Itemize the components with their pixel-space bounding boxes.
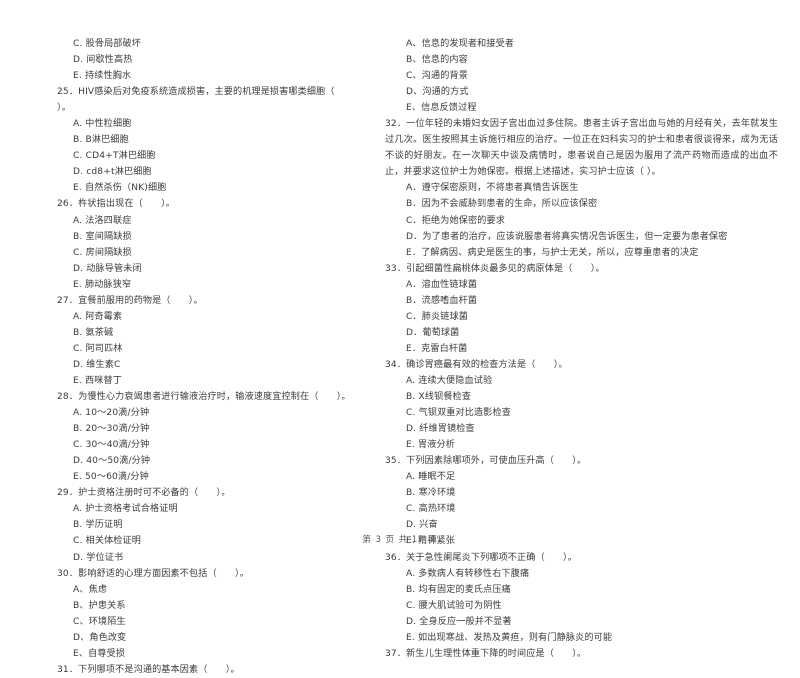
option-line: C. 高热环境 xyxy=(406,504,456,515)
question-stem: 35．下列因素除哪项外，可使血压升高（ ）。 xyxy=(385,456,587,467)
question-stem: 37．新生儿生理性体重下降的时间应是（ ）。 xyxy=(385,648,587,659)
question-stem: 34．确诊胃癌最有效的检查方法是（ ）。 xyxy=(385,359,568,370)
option-line: B、信息的内容 xyxy=(406,55,468,66)
question-31: 31．下列哪项不是沟通的基本因素（ ）。 xyxy=(57,662,359,678)
option-line: D．葡萄球菌 xyxy=(406,327,460,338)
question-33: 33．引起细菌性扁桃体炎最多见的病原体是（ ）。 A．溶血性链球菌 B．流感嗜血… xyxy=(385,261,778,357)
question-stem: 29．护士资格注册时可不必备的（ ）。 xyxy=(57,488,231,499)
option-line: B. 20～30滴/分钟 xyxy=(73,424,150,435)
option-line: B. X线钡餐检查 xyxy=(406,392,472,403)
question-30: 30．影响舒适的心理方面因素不包括（ ）。 A、焦虑 B、护患关系 C、环境陌生… xyxy=(57,566,359,662)
option-line: C. 腰大肌试验可为阴性 xyxy=(406,600,502,611)
option-line: B、护患关系 xyxy=(73,600,126,611)
option-line: E. 西咪替丁 xyxy=(73,375,122,386)
option-line: D. 学位证书 xyxy=(73,552,124,563)
option-line: D．为了患者的治疗，应该说服患者将真实情况告诉医生，但一定要为患者保密 xyxy=(406,231,728,242)
option-line: D. 兴奋 xyxy=(406,520,438,531)
option-line: E．克雷白杆菌 xyxy=(406,343,468,354)
option-line: C．肺炎链球菌 xyxy=(406,311,468,322)
question-36: 36．关于急性阑尾炎下列哪项不正确（ ）。 A. 多数病人有转移性右下腹痛 B.… xyxy=(385,550,778,646)
question-stem: 30．影响舒适的心理方面因素不包括（ ）。 xyxy=(57,568,249,579)
question-34: 34．确诊胃癌最有效的检查方法是（ ）。 A. 连续大便隐血试验 B. X线钡餐… xyxy=(385,357,778,453)
option-line: C. CD4+T淋巴细胞 xyxy=(73,151,156,162)
option-line: C. 股骨局部破坏 xyxy=(73,39,142,49)
option-line: D. 动脉导管未闭 xyxy=(73,263,142,274)
option-line: E. 50～60滴/分钟 xyxy=(73,472,149,483)
option-line: A. 睡眠不足 xyxy=(406,472,456,483)
question-32: 32．一位年轻的未婚妇女因子宫出血过多住院。患者主诉子宫出血与她的月经有关，去年… xyxy=(385,116,778,260)
option-line: D. 全身反应一般并不显著 xyxy=(406,616,512,627)
option-line: A. 连续大便隐血试验 xyxy=(406,375,493,386)
right-column: A、信息的发现者和接受者 B、信息的内容 C、沟通的背景 D、沟通的方式 E、信… xyxy=(365,36,800,662)
question-stem: 31．下列哪项不是沟通的基本因素（ ）。 xyxy=(57,664,240,675)
option-line: A．遵守保密原则，不将患者真情告诉医生 xyxy=(406,183,579,194)
option-line: A. 法洛四联症 xyxy=(73,215,132,226)
option-line: E．了解病因、病史是医生的事，与护士无关，所以，应尊重患者的决定 xyxy=(406,247,699,258)
option-line: C. 气钡双重对比造影检查 xyxy=(406,408,512,419)
option-line: D. 40～50滴/分钟 xyxy=(73,456,151,467)
option-line: C．拒绝为她保密的要求 xyxy=(406,215,505,226)
option-line: D. 维生素C xyxy=(73,359,121,370)
question-stem: 28．为慢性心力衰竭患者进行输液治疗时，输液速度宜控制在（ ）。 xyxy=(57,392,351,403)
option-line: C. 30～40滴/分钟 xyxy=(73,440,150,451)
question-25: 25．HIV感染后对免疫系统造成损害，主要的机理是损害哪类细胞（ ）。 A. 中… xyxy=(57,84,359,196)
option-line: E、自尊受损 xyxy=(73,648,126,659)
option-line: D. cd8+t淋巴细胞 xyxy=(73,167,152,178)
option-line: B. 室间隔缺损 xyxy=(73,231,132,242)
option-line: E. 自然杀伤（NK)细胞 xyxy=(73,183,167,194)
option-line: D. 间歇性高热 xyxy=(73,55,133,66)
option-line: E、信息反馈过程 xyxy=(406,103,477,114)
option-line: C. 房间隔缺损 xyxy=(73,247,132,258)
option-line: E. 胃液分析 xyxy=(406,440,455,451)
option-line: B. 寒冷环境 xyxy=(406,488,456,499)
option-line: B. B淋巴细胞 xyxy=(73,135,129,146)
question-37: 37．新生儿生理性体重下降的时间应是（ ）。 xyxy=(385,646,778,662)
question-28: 28．为慢性心力衰竭患者进行输液治疗时，输液速度宜控制在（ ）。 A. 10～2… xyxy=(57,389,359,485)
option-line: B．因为不会威胁到患者的生命，所以应该保密 xyxy=(406,199,598,210)
option-line: B．流感嗜血杆菌 xyxy=(406,295,478,306)
option-line: B. 学历证明 xyxy=(73,520,123,531)
option-line: E. 持续性胸水 xyxy=(73,71,132,82)
option-line: D、角色改变 xyxy=(73,632,127,643)
option-line: B. 氨茶碱 xyxy=(73,327,114,338)
option-line: B. 均有固定的麦氏点压痛 xyxy=(406,584,511,595)
left-column: C. 股骨局部破坏 D. 间歇性高热 E. 持续性胸水 25．HIV感染后对免疫… xyxy=(0,36,365,678)
option-line: D. 纤维胃镜检查 xyxy=(406,424,475,435)
question-stem: 33．引起细菌性扁桃体炎最多见的病原体是（ ）。 xyxy=(385,263,605,274)
two-column-body: C. 股骨局部破坏 D. 间歇性高热 E. 持续性胸水 25．HIV感染后对免疫… xyxy=(0,36,800,678)
question-stem: 27．宜餐前服用的药物是（ ）。 xyxy=(57,295,203,306)
option-line: E. 肺动脉狭窄 xyxy=(73,279,132,290)
option-line: D、沟通的方式 xyxy=(406,87,469,98)
option-line: A. 阿奇霉素 xyxy=(73,311,123,322)
option-line: C、沟通的背景 xyxy=(406,71,468,82)
option-line: A．溶血性链球菌 xyxy=(406,279,478,290)
question-stem: 36．关于急性阑尾炎下列哪项不正确（ ）。 xyxy=(385,552,577,563)
option-line: A. 中性粒细胞 xyxy=(73,119,132,130)
option-line: A、信息的发现者和接受者 xyxy=(406,39,515,49)
question-stem: 26．杵状指出现在（ ）。 xyxy=(57,199,176,210)
exam-page: C. 股骨局部破坏 D. 间歇性高热 E. 持续性胸水 25．HIV感染后对免疫… xyxy=(0,0,800,675)
option-line: A. 护士资格考试合格证明 xyxy=(73,504,178,515)
option-line: A. 10～20滴/分钟 xyxy=(73,408,150,419)
question-27: 27．宜餐前服用的药物是（ ）。 A. 阿奇霉素 B. 氨茶碱 C. 阿司匹林 … xyxy=(57,293,359,389)
question-26: 26．杵状指出现在（ ）。 A. 法洛四联症 B. 室间隔缺损 C. 房间隔缺损… xyxy=(57,196,359,292)
option-line: C、环境陌生 xyxy=(73,616,126,627)
page-footer: 第 3 页 共 17 页 xyxy=(362,535,438,545)
option-line: A、焦虑 xyxy=(73,584,108,595)
question-29: 29．护士资格注册时可不必备的（ ）。 A. 护士资格考试合格证明 B. 学历证… xyxy=(57,485,359,565)
question-stem: 32．一位年轻的未婚妇女因子宫出血过多住院。患者主诉子宫出血与她的月经有关，去年… xyxy=(385,119,778,178)
question-stem: 25．HIV感染后对免疫系统造成损害，主要的机理是损害哪类细胞（ ）。 xyxy=(57,87,353,114)
option-line: A. 多数病人有转移性右下腹痛 xyxy=(406,568,530,579)
option-line: E. 如出现寒战、发热及黄疸，则有门静脉炎的可能 xyxy=(406,632,613,643)
option-line: C. 阿司匹林 xyxy=(73,343,123,354)
